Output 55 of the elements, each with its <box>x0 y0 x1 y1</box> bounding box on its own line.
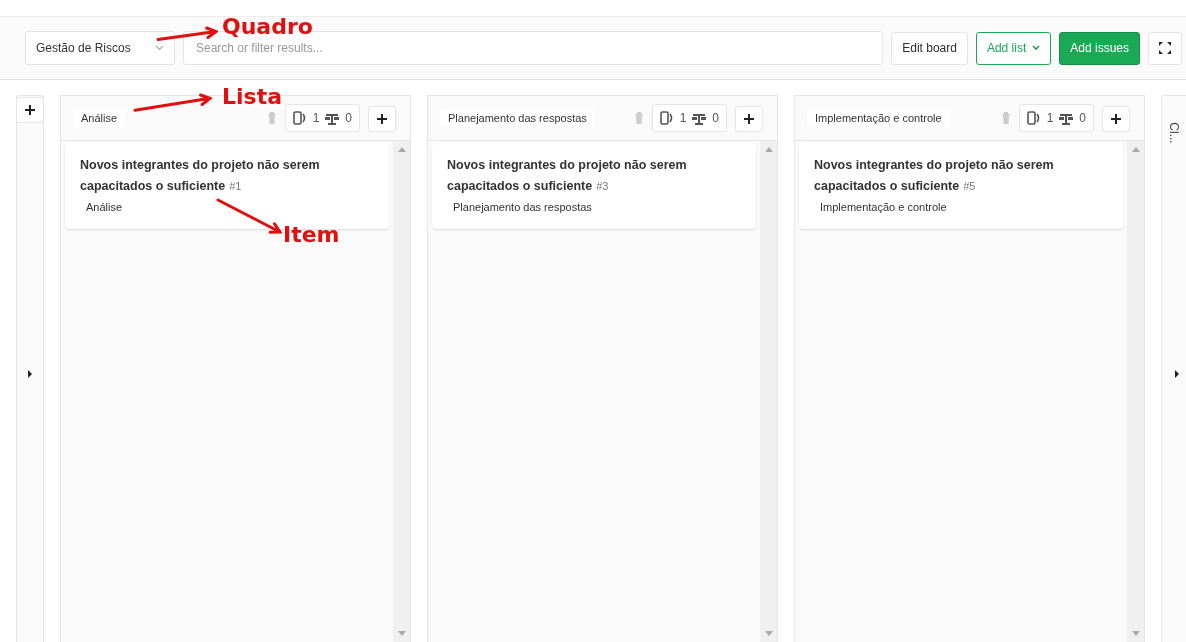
issue-label: Análise <box>85 200 124 215</box>
add-issue-button[interactable] <box>1102 105 1130 132</box>
issue-label: Planejamento das respostas <box>452 200 593 215</box>
expand-icon[interactable] <box>28 370 32 378</box>
weight-icon <box>325 111 340 125</box>
scroll-down-icon[interactable] <box>397 631 406 636</box>
weight-count: 0 <box>712 111 719 125</box>
list-title: Análise <box>73 109 126 127</box>
weight-count: 0 <box>1079 111 1086 125</box>
issue-count: 1 <box>1046 111 1054 125</box>
fullscreen-button[interactable] <box>1148 31 1182 65</box>
scrollbar[interactable] <box>393 141 410 642</box>
plus-icon <box>377 113 387 124</box>
list-title: Implementação e controle <box>807 109 950 127</box>
scrollbar[interactable] <box>760 141 777 642</box>
issue-label: Implementação e controle <box>819 200 948 215</box>
scroll-up-icon[interactable] <box>397 147 406 152</box>
list-title: Planejamento das respostas <box>440 109 595 127</box>
scroll-down-icon[interactable] <box>1131 631 1140 636</box>
annotation-arrow <box>156 26 218 42</box>
add-issue-button[interactable] <box>735 105 763 132</box>
weight-icon <box>1059 111 1074 125</box>
issues-icon <box>292 111 307 125</box>
scroll-down-icon[interactable] <box>764 631 773 636</box>
weight-icon <box>692 111 707 125</box>
annotation-label: Lista <box>222 84 283 109</box>
trash-icon[interactable] <box>266 112 277 124</box>
issue-title: Novos integrantes do projeto não serem capacitados o suficiente #5 <box>814 157 1055 195</box>
scrollbar[interactable] <box>1127 141 1144 642</box>
issues-icon <box>1026 111 1041 125</box>
scroll-up-icon[interactable] <box>764 147 773 152</box>
annotation-arrow <box>216 198 282 234</box>
trash-icon[interactable] <box>633 112 644 124</box>
issue-card[interactable]: Novos integrantes do projeto não serem capacitados o suficiente #5 Implementação e controle <box>799 143 1123 229</box>
chevron-down-icon <box>155 45 164 51</box>
add-button[interactable] <box>16 97 44 123</box>
issue-card[interactable]: Novos integrantes do projeto não serem capacitados o suficiente #3 Planejamento das respostas <box>432 143 756 229</box>
trash-icon[interactable] <box>1000 112 1011 124</box>
fullscreen-icon <box>1158 41 1172 55</box>
add-issue-button[interactable] <box>368 105 396 132</box>
expand-icon[interactable] <box>1175 370 1179 378</box>
plus-icon <box>25 105 35 115</box>
issue-title: Novos integrantes do projeto não serem capacitados o suficiente #1 <box>80 157 321 195</box>
issue-count: 1 <box>312 111 320 125</box>
plus-icon <box>1111 113 1121 124</box>
issue-count: 1 <box>679 111 687 125</box>
issues-icon <box>659 111 674 125</box>
edit-board-button[interactable]: Edit board <box>891 31 968 65</box>
plus-icon <box>744 113 754 124</box>
board-selector[interactable]: Gestão de Riscos <box>25 31 175 65</box>
issue-title: Novos integrantes do projeto não serem capacitados o suficiente #3 <box>447 157 688 195</box>
scroll-up-icon[interactable] <box>1131 147 1140 152</box>
collapsed-list-title: Cl... <box>1167 122 1181 144</box>
weight-count: 0 <box>345 111 352 125</box>
chevron-down-icon <box>1032 45 1041 51</box>
